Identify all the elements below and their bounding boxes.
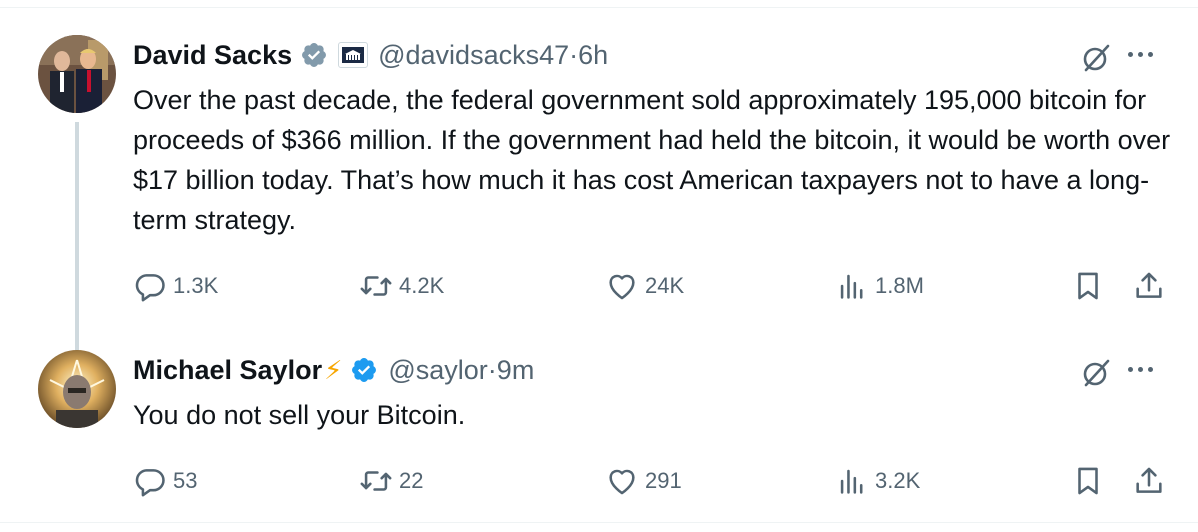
bookmark-button[interactable] [1071,461,1105,501]
bookmark-button[interactable] [1071,266,1105,306]
bookmark-icon [1078,467,1098,495]
like-icon [609,274,635,300]
reply-button[interactable]: 53 [133,461,197,501]
author-handle[interactable]: @saylor [388,355,487,386]
action-bar: 1.3K 4.2K 24K 1.8M [133,266,1173,306]
views-button[interactable]: 3.2K [835,461,920,501]
avatar[interactable] [38,350,116,428]
like-button[interactable]: 291 [605,461,682,501]
verified-badge-icon[interactable] [300,41,328,69]
author-name[interactable]: David Sacks [133,40,292,71]
timestamp[interactable]: 9m [497,355,535,386]
share-icon [1136,467,1162,493]
reply-button[interactable]: 1.3K [133,266,218,306]
more-icon[interactable] [1128,52,1153,57]
bottom-divider [0,522,1198,523]
share-button[interactable] [1132,266,1166,306]
tweet-header: David Sacks @davidsacks47 · 6h [133,38,608,72]
views-icon [840,469,863,494]
tweet[interactable]: David Sacks @davidsacks47 · 6h Over the … [0,30,1198,372]
more-icon[interactable] [1128,367,1153,372]
author-name[interactable]: Michael Saylor [133,355,322,386]
separator: · [569,39,579,70]
tweet-header: Michael Saylor ⚡ @saylor · 9m [133,353,534,387]
bookmark-icon [1078,272,1098,300]
like-count: 24K [645,273,685,298]
thread-line [75,122,79,372]
repost-count: 22 [399,468,424,493]
tweet[interactable]: Michael Saylor ⚡ @saylor · 9m You do not… [0,345,1198,515]
avatar[interactable] [38,35,116,113]
reply-icon [135,469,165,497]
grok-icon[interactable] [1080,357,1112,389]
repost-icon [360,471,392,491]
lightning-emoji: ⚡ [324,354,343,385]
author-handle[interactable]: @davidsacks47 [378,40,569,71]
grok-icon[interactable] [1080,42,1112,74]
tweet-text: You do not sell your Bitcoin. [133,400,466,430]
separator: · [487,354,497,385]
repost-button[interactable]: 22 [359,461,423,501]
views-count: 1.8M [875,273,924,298]
top-divider [0,0,1198,8]
like-button[interactable]: 24K [605,266,684,306]
reply-icon [135,274,165,302]
views-icon [840,274,863,299]
reply-count: 1.3K [173,273,219,298]
repost-button[interactable]: 4.2K [359,266,444,306]
share-icon [1136,272,1162,298]
repost-icon [360,276,392,296]
verified-badge-icon[interactable] [350,356,378,384]
action-bar: 53 22 291 3.2K [133,461,1173,501]
timestamp[interactable]: 6h [578,40,608,71]
repost-count: 4.2K [399,273,445,298]
tweet-text: Over the past decade, the federal govern… [133,85,1171,235]
views-count: 3.2K [875,468,921,493]
views-button[interactable]: 1.8M [835,266,924,306]
like-count: 291 [645,468,682,493]
like-icon [609,469,635,495]
share-button[interactable] [1132,461,1166,501]
reply-count: 53 [173,468,198,493]
white-house-affiliation-icon[interactable] [338,42,369,68]
